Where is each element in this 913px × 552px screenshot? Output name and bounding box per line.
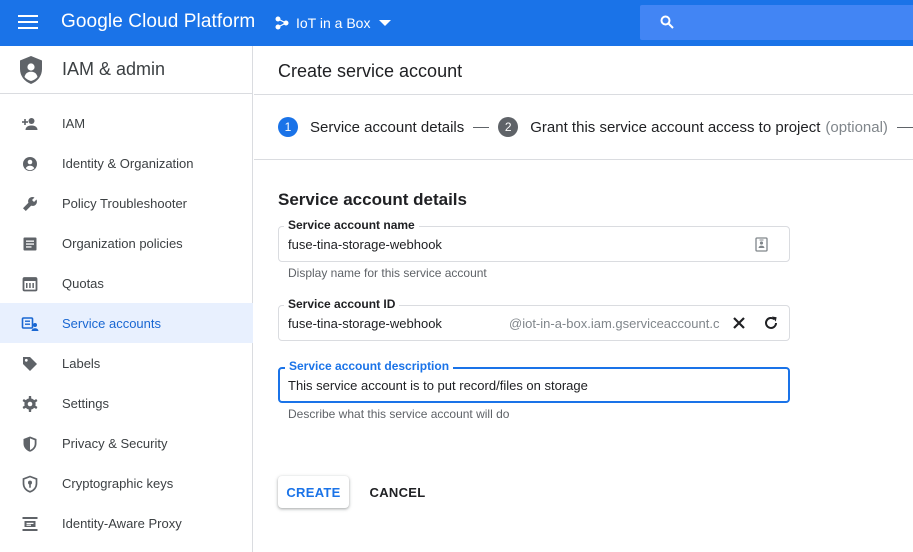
page-title: Create service account: [278, 61, 463, 81]
calendar-icon: [22, 277, 38, 292]
menu-icon[interactable]: [18, 13, 40, 33]
sidebar-item-label: Identity-Aware Proxy: [62, 515, 182, 531]
sidebar-item-label: Identity & Organization: [62, 155, 194, 171]
service-account-description-label: Service account description: [285, 359, 454, 373]
sidebar-item-organization-policies[interactable]: Organization policies: [0, 223, 253, 263]
sidebar-item-identity-organization[interactable]: Identity & Organization: [0, 143, 253, 183]
sidebar-item-service-accounts[interactable]: Service accounts: [0, 303, 253, 343]
sidebar-item-labels[interactable]: Labels: [0, 343, 253, 383]
service-account-description-hint: Describe what this service account will …: [288, 407, 510, 421]
top-app-bar: Google Cloud Platform IoT in a Box: [0, 0, 913, 46]
step-2-label[interactable]: Grant this service account access to pro…: [530, 119, 820, 136]
sidebar-item-privacy-security[interactable]: Privacy & Security: [0, 423, 253, 463]
service-account-id-input[interactable]: fuse-tina-storage-webhook: [288, 316, 442, 331]
sidebar-item-label: Policy Troubleshooter: [62, 195, 188, 211]
project-icon: [275, 16, 289, 30]
shield-key-icon: [22, 475, 38, 493]
sidebar-item-label: IAM: [62, 115, 86, 131]
service-account-name-field[interactable]: Service account name fuse-tina-storage-w…: [278, 218, 790, 262]
sidebar-item-quotas[interactable]: Quotas: [0, 263, 253, 303]
shield-icon: [23, 436, 37, 452]
sidebar-item-label: Organization policies: [62, 235, 183, 251]
create-button[interactable]: CREATE: [278, 476, 349, 508]
refresh-icon[interactable]: [763, 315, 779, 331]
brand-title[interactable]: Google Cloud Platform: [61, 11, 255, 33]
search-icon: [660, 15, 674, 29]
sidebar-item-settings[interactable]: Settings: [0, 383, 253, 423]
stepper-divider: [254, 159, 913, 160]
person-add-icon: [22, 118, 38, 130]
service-account-name-input[interactable]: fuse-tina-storage-webhook: [288, 237, 442, 252]
main-content: Create service account 1 Service account…: [254, 46, 913, 552]
sidebar-header: IAM & admin: [0, 46, 253, 94]
sidebar-item-label: Privacy & Security: [62, 435, 168, 451]
step-connector: [896, 126, 913, 128]
tag-icon: [23, 357, 37, 371]
service-account-id-suffix: @iot-in-a-box.iam.gserviceaccount.c: [509, 316, 720, 331]
sidebar-item-iam[interactable]: IAM: [0, 103, 253, 143]
section-title: Service account details: [278, 190, 467, 209]
header-divider: [254, 94, 913, 95]
wrench-icon: [23, 197, 37, 211]
project-selector[interactable]: IoT in a Box: [275, 10, 392, 36]
sidebar-item-label: Cryptographic keys: [62, 475, 174, 491]
service-account-name-label: Service account name: [284, 218, 419, 232]
project-name: IoT in a Box: [296, 15, 371, 31]
service-account-description-field[interactable]: Service account description This service…: [278, 359, 790, 403]
service-account-id-label: Service account ID: [284, 297, 400, 311]
sidebar-item-policy-troubleshooter[interactable]: Policy Troubleshooter: [0, 183, 253, 223]
service-account-id-field[interactable]: Service account ID fuse-tina-storage-web…: [278, 297, 790, 341]
sidebar-item-label: Labels: [62, 355, 101, 371]
sidebar-item-cryptographic-keys[interactable]: Cryptographic keys: [0, 463, 253, 503]
service-account-icon: [21, 317, 39, 331]
step-2-indicator: 2: [498, 117, 519, 137]
close-icon[interactable]: [732, 316, 746, 330]
step-1-indicator: 1: [278, 117, 298, 137]
cancel-button[interactable]: CANCEL: [362, 476, 433, 508]
sidebar-title: IAM & admin: [62, 59, 166, 79]
gear-icon: [22, 396, 38, 412]
sidebar: IAM & admin IAM Identity & Organization …: [0, 46, 253, 552]
search-input[interactable]: [640, 5, 913, 40]
step-2-optional: (optional): [825, 118, 888, 136]
sidebar-item-label: Service accounts: [62, 315, 161, 331]
article-icon: [23, 237, 37, 251]
chevron-down-icon: [379, 20, 392, 26]
stepper: 1 Service account details 2 Grant this s…: [278, 117, 913, 137]
iam-shield-icon: [20, 56, 42, 84]
proxy-icon: [22, 517, 38, 531]
sidebar-item-label: Quotas: [62, 275, 104, 291]
contact-card-icon: [755, 237, 768, 252]
account-circle-icon: [23, 157, 37, 171]
step-1-label[interactable]: Service account details: [310, 119, 464, 136]
step-connector: [473, 126, 490, 128]
sidebar-item-label: Settings: [62, 395, 109, 411]
sidebar-item-identity-aware-proxy[interactable]: Identity-Aware Proxy: [0, 503, 253, 543]
service-account-description-input[interactable]: This service account is to put record/fi…: [288, 378, 588, 393]
service-account-name-hint: Display name for this service account: [288, 266, 487, 280]
